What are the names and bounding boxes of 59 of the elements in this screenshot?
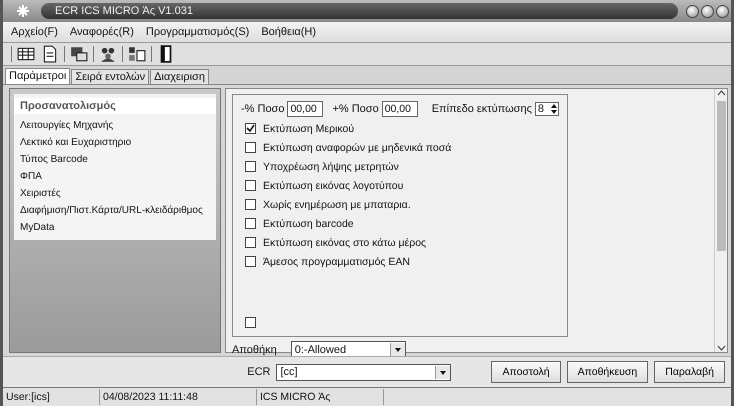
status-text: User:[ics] (3, 389, 100, 405)
caret-icon (435, 366, 450, 378)
checkbox-label: Χωρίς ενημέρωση με μπαταρια. (263, 198, 411, 210)
scroll-up-icon[interactable] (716, 89, 726, 97)
status-text: 04/08/2023 11:11:48 (100, 389, 257, 405)
checkbox[interactable] (245, 142, 256, 153)
menu-item[interactable]: Βοήθεια(H) (259, 25, 318, 39)
scrollbar[interactable] (714, 89, 727, 352)
sidebar-item[interactable]: Τύπος Barcode (14, 151, 216, 168)
input-field[interactable]: 00,00 (287, 101, 324, 117)
sidebar-item[interactable]: MyData (14, 219, 216, 236)
field-label: ECR (247, 366, 270, 378)
window-title: ECR ICS MICRO Άς V1.031 (55, 5, 193, 17)
sidebar-item[interactable]: Χειριστές (14, 185, 216, 202)
checkbox[interactable] (245, 161, 256, 172)
checkbox[interactable] (245, 317, 256, 328)
close-button[interactable] (716, 4, 729, 18)
scroll-down-icon[interactable] (716, 344, 726, 352)
action-button[interactable]: Παραλαβή (654, 361, 725, 383)
checkbox[interactable] (245, 218, 256, 229)
checkbox-label: Υποχρέωση λήψης μετρητών (263, 160, 399, 172)
sidebar-item[interactable]: Διαφήμιση/Πιστ.Κάρτα/URL-κλειδάριθμος (14, 202, 216, 219)
checkbox[interactable] (245, 256, 256, 267)
field-label: Αποθήκη (232, 344, 277, 356)
checkbox-label: Εκτύπωση Μερικού (263, 122, 354, 134)
sidebar-item[interactable]: Λεκτικό και Ευχαριστηριο (14, 134, 216, 151)
app-icon (15, 3, 31, 19)
checkbox-label: Άμεσος προγραμματισμός EAN (263, 256, 410, 268)
checkbox-label: Εκτύπωση αναφορών με μηδενικά ποσά (263, 142, 452, 154)
field-label: -% Ποσο (241, 103, 284, 115)
boxes-icon[interactable] (127, 45, 147, 63)
table-icon[interactable] (16, 45, 36, 63)
tab[interactable]: Διαχειριση (150, 69, 209, 84)
spin-field[interactable]: 8 (534, 102, 559, 116)
checkbox[interactable] (245, 237, 256, 248)
menu-item[interactable]: Προγραμματισμός(S) (144, 25, 252, 39)
ecr-dropdown[interactable]: [cc] (276, 364, 452, 380)
input-field[interactable]: 00,00 (382, 101, 418, 117)
tab[interactable]: Παράμετροι (5, 68, 70, 84)
tab[interactable]: Σειρά εντολών (71, 69, 150, 84)
menu-item[interactable]: Αναφορές(R) (68, 25, 136, 39)
action-button[interactable]: Αποστολή (491, 361, 561, 383)
menu-item[interactable]: Αρχείο(F) (9, 25, 60, 39)
checkbox[interactable] (245, 180, 256, 191)
action-button[interactable]: Αποθήκευση (566, 361, 648, 383)
sidebar-item[interactable]: Λειτουργίες Μηχανής (14, 117, 216, 134)
minimize-button[interactable] (686, 4, 699, 18)
checkbox-label: Εκτύπωση εικόνας στο κάτω μέρος (263, 236, 426, 248)
sidebar-item[interactable]: ΦΠΑ (14, 168, 216, 185)
checkbox[interactable] (245, 123, 256, 134)
checkbox-label: Εκτύπωση barcode (263, 218, 354, 230)
field-label: Επίπεδο εκτύπωσης (432, 103, 532, 115)
checkbox-label: Εκτύπωση εικόνας λογοτύπου (263, 180, 404, 192)
checkbox[interactable] (245, 199, 256, 210)
spin-arrows-icon[interactable] (550, 103, 558, 115)
maximize-button[interactable] (701, 4, 714, 18)
list-header: Προσανατολισμός (14, 98, 216, 114)
field-label: +% Ποσο (332, 103, 379, 115)
status-text: ICS MICRO Άς (257, 389, 384, 405)
